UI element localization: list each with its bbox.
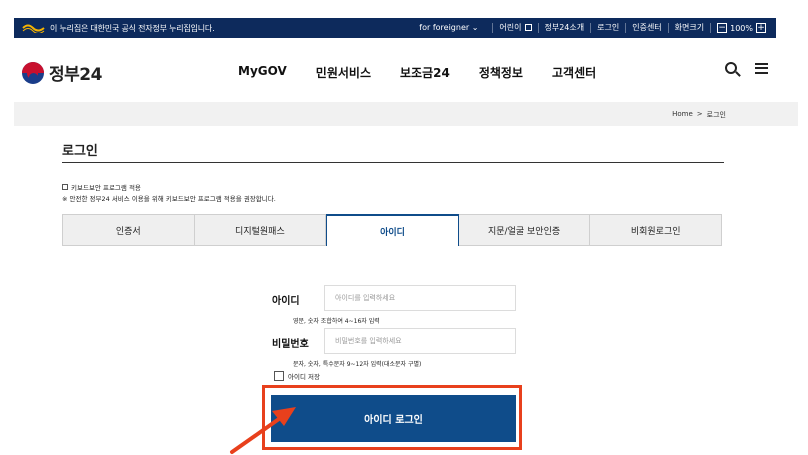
pointer-arrow-icon [230,407,296,454]
